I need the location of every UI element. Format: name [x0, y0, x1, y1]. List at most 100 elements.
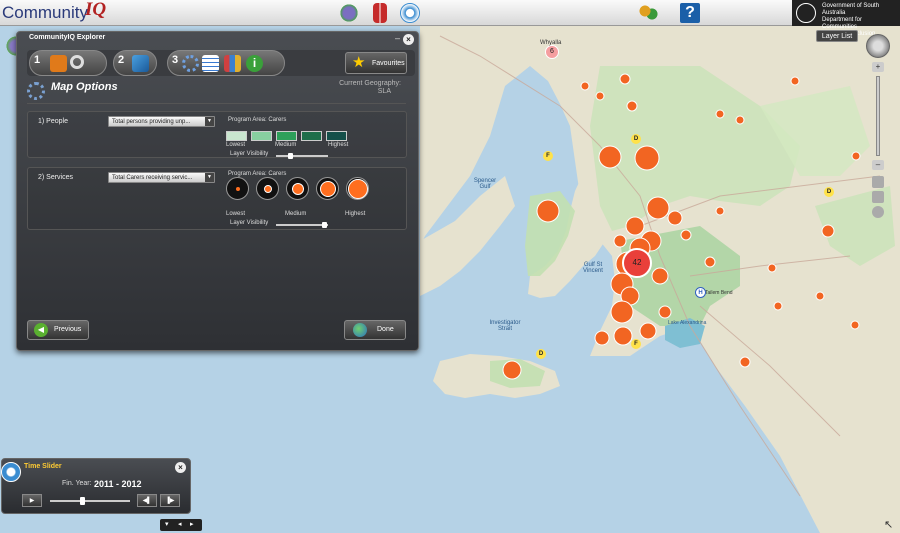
- legend-swatch: [326, 131, 347, 141]
- gear-icon: [182, 55, 199, 72]
- step-3[interactable]: 3 i: [167, 50, 285, 76]
- legend-swatch: [301, 131, 322, 141]
- map-label-lake-alexandrina: Lake Alexandrina: [668, 320, 707, 326]
- legend-highest: Highest: [345, 211, 366, 217]
- cluster-marker[interactable]: 42: [622, 248, 652, 278]
- legend-circle: [346, 177, 369, 200]
- top-toolbar: CommunityIQ ? Government of South Austra…: [0, 0, 900, 37]
- collapse-icon[interactable]: ▾: [165, 520, 169, 528]
- map-options-gear-icon: [27, 82, 45, 100]
- facility-marker-h[interactable]: H: [695, 287, 706, 298]
- time-slider-track[interactable]: [50, 497, 130, 505]
- people-select[interactable]: Total persons providing unp... ▼: [108, 116, 215, 127]
- books-icon: [224, 55, 241, 72]
- time-slider-panel: Time Slider × Fin. Year: 2011 - 2012 ▶ ◀…: [1, 458, 191, 514]
- minimize-button[interactable]: –: [395, 33, 400, 43]
- panel-title: CommunityIQ Explorer: [29, 34, 106, 41]
- map-navigation: + –: [866, 34, 890, 224]
- legend-medium: Medium: [285, 211, 307, 217]
- done-button[interactable]: Done: [344, 320, 406, 340]
- map-label-tailem-bend: Tailem Bend: [705, 290, 733, 296]
- services-options: 2) Services Total Carers receiving servi…: [27, 167, 407, 230]
- next-icon[interactable]: ▸: [190, 520, 194, 528]
- fin-year-value: 2011 - 2012: [94, 479, 142, 489]
- slider-knob[interactable]: [80, 497, 85, 505]
- full-extent-icon[interactable]: [872, 206, 884, 218]
- chevron-down-icon: ▼: [205, 173, 214, 182]
- program-area-label: Program Area: Carers: [228, 117, 287, 123]
- users-icon[interactable]: [638, 3, 658, 23]
- chevron-down-icon: ▼: [205, 117, 214, 126]
- zoom-slider[interactable]: [876, 76, 880, 156]
- legend-swatch: [276, 131, 297, 141]
- wizard-steps: 1 2 3 i ★ Favourites: [27, 50, 415, 76]
- legend-highest: Highest: [328, 142, 349, 148]
- fin-year-label: Fin. Year:: [62, 480, 92, 487]
- layers-icon[interactable]: [339, 3, 359, 23]
- legend-swatch: [251, 131, 272, 141]
- zoom-in-button[interactable]: +: [872, 62, 884, 72]
- close-button[interactable]: ×: [175, 462, 186, 473]
- current-geography: Current Geography: SLA: [339, 80, 401, 95]
- map-label-spencer-gulf: Spencer Gulf: [473, 178, 497, 190]
- time-slider-controls: ▾ ◂ ▸: [160, 519, 202, 531]
- slider-knob[interactable]: [288, 153, 293, 159]
- play-button[interactable]: ▶: [22, 494, 42, 507]
- crest-icon: [796, 3, 816, 23]
- info-icon: i: [246, 55, 263, 72]
- facility-marker-f[interactable]: F: [543, 151, 553, 161]
- prev-icon[interactable]: ◂: [178, 520, 182, 528]
- clock-icon: [1, 462, 21, 482]
- facility-marker-d[interactable]: D: [536, 349, 546, 359]
- explorer-panel: CommunityIQ Explorer – × 1 2 3 i ★ Favou…: [16, 31, 419, 351]
- government-logo: Government of South Australia Department…: [792, 0, 900, 37]
- magnifier-icon: [70, 55, 84, 69]
- legend-lowest: Lowest: [226, 142, 246, 148]
- zoom-out-button[interactable]: –: [872, 160, 884, 170]
- pan-tool-icon[interactable]: [872, 176, 884, 188]
- layer-visibility-label: Layer Visibility: [230, 220, 269, 226]
- cluster-marker[interactable]: 6: [545, 45, 559, 59]
- arrow-left-icon: ◀: [34, 323, 48, 337]
- legend-circle: [256, 177, 279, 200]
- people-label: 1) People: [38, 118, 68, 125]
- legend-lowest: Lowest: [226, 211, 246, 217]
- layer-list-button[interactable]: Layer List: [816, 30, 858, 42]
- people-visibility-slider[interactable]: [276, 153, 328, 159]
- step-2[interactable]: 2: [113, 50, 157, 76]
- favourites-button[interactable]: ★ Favourites: [345, 52, 407, 74]
- step-forward-button[interactable]: ▐▶: [160, 494, 180, 507]
- map-label-gulf-st-vincent: Gulf St Vincent: [583, 262, 603, 274]
- legend-circle: [316, 177, 339, 200]
- services-select[interactable]: Total Carers receiving servic... ▼: [108, 172, 215, 183]
- facility-marker-d[interactable]: D: [631, 134, 641, 144]
- facility-marker-d[interactable]: D: [824, 187, 834, 197]
- globe-icon: [353, 323, 367, 337]
- step-1[interactable]: 1: [29, 50, 107, 76]
- layer-visibility-label: Layer Visibility: [230, 151, 269, 157]
- legend-swatch: [226, 131, 247, 141]
- book-icon[interactable]: [373, 3, 387, 23]
- table-icon: [202, 55, 219, 72]
- help-icon[interactable]: ?: [680, 3, 700, 23]
- legend-circle: [286, 177, 309, 200]
- map-label-investigator-strait: Investigator Strait: [489, 320, 521, 332]
- app-logo: CommunityIQ: [2, 0, 107, 22]
- time-slider-title: Time Slider: [24, 463, 62, 470]
- legend-circle: [226, 177, 249, 200]
- compass-icon[interactable]: [400, 3, 420, 23]
- data-transfer-icon: [132, 55, 149, 72]
- resize-icon[interactable]: ↖: [884, 518, 893, 531]
- slider-knob[interactable]: [322, 222, 327, 228]
- services-label: 2) Services: [38, 174, 74, 181]
- section-title: Map Options: [51, 81, 118, 93]
- zoom-box-icon[interactable]: [872, 191, 884, 203]
- step-back-button[interactable]: ◀▌: [137, 494, 157, 507]
- services-visibility-slider[interactable]: [276, 222, 328, 228]
- previous-button[interactable]: ◀ Previous: [27, 320, 89, 340]
- people-options: 1) People Total persons providing unp...…: [27, 111, 407, 159]
- star-icon: ★: [352, 54, 366, 71]
- facility-marker-f[interactable]: F: [631, 339, 641, 349]
- pan-control[interactable]: [866, 34, 890, 58]
- close-button[interactable]: ×: [403, 34, 414, 45]
